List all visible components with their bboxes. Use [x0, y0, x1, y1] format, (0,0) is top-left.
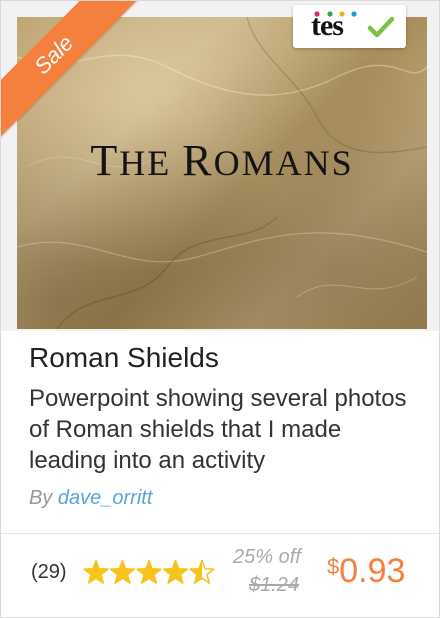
- card-footer: (29) 25% off $1.24 $0.93: [1, 534, 439, 617]
- thumbnail-title: The Romans: [90, 136, 354, 185]
- by-label: By: [29, 487, 53, 509]
- star-5: [189, 559, 215, 584]
- star-1: [83, 559, 109, 584]
- price-amount: 0.93: [339, 552, 406, 590]
- sale-price: $0.93: [327, 552, 405, 591]
- star-rating: [83, 559, 215, 584]
- resource-title[interactable]: Roman Shields: [29, 342, 219, 374]
- star-3: [136, 559, 162, 584]
- original-price: $1.24: [249, 574, 300, 596]
- review-count[interactable]: (29): [31, 561, 67, 584]
- currency-symbol: $: [327, 554, 340, 579]
- tes-verified-badge: tes: [293, 5, 406, 48]
- tes-logo: tes: [311, 9, 344, 42]
- thumbnail-image[interactable]: The Romans: [17, 17, 427, 329]
- resource-card[interactable]: The Romans Sale tes Roman Shields Powerp…: [0, 0, 440, 618]
- author-byline: By dave_orritt: [29, 487, 152, 510]
- resource-description: Powerpoint showing several photos of Rom…: [29, 385, 407, 474]
- star-4: [162, 559, 189, 584]
- check-icon: [367, 16, 395, 38]
- author-link[interactable]: dave_orritt: [58, 487, 153, 509]
- discount-label: 25% off: [233, 546, 301, 568]
- star-2: [109, 559, 136, 584]
